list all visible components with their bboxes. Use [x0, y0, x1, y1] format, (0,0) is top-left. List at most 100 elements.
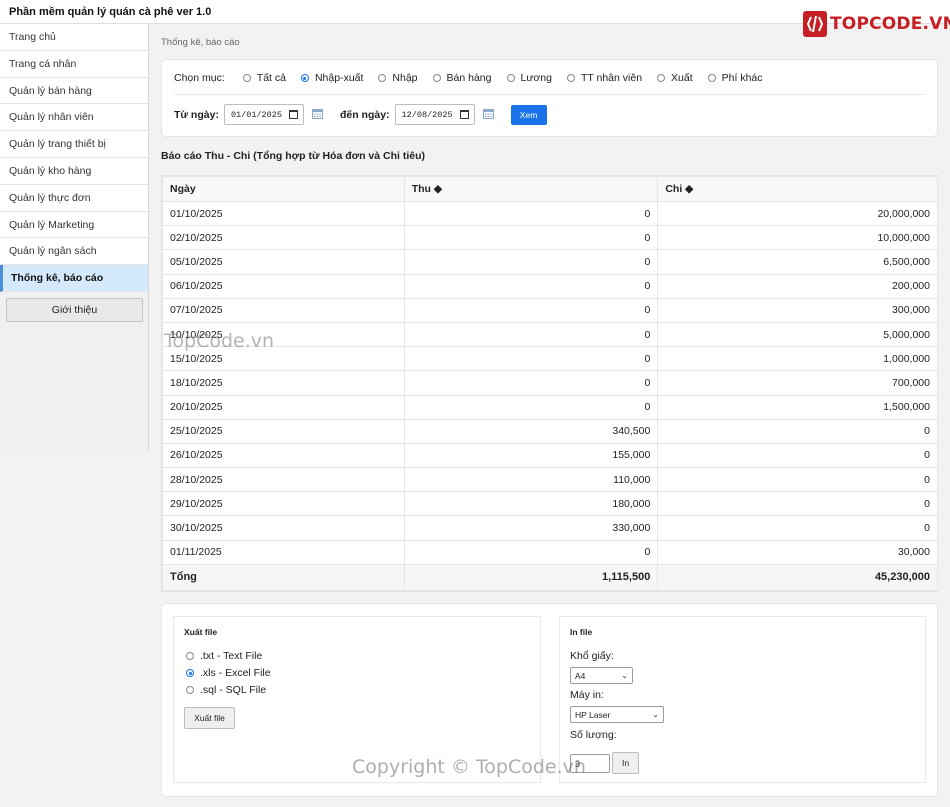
date-cell: 02/10/2025 — [162, 225, 405, 251]
report-title: Báo cáo Thu - Chi (Tổng hợp từ Hóa đơn v… — [161, 150, 426, 162]
paper-size-label: Khổ giấy: — [570, 650, 614, 662]
table-total-row: Tổng 1,115,500 45,230,000 — [162, 563, 938, 591]
export-file-button[interactable]: Xuất file — [184, 707, 235, 729]
sidebar-item-staff[interactable]: Quản lý nhân viên — [0, 104, 148, 132]
filter-option-staff-info[interactable]: TT nhân viên — [566, 72, 642, 84]
radio-icon[interactable] — [657, 74, 666, 82]
export-title: Xuất file — [184, 627, 218, 637]
date-cell: 26/10/2025 — [162, 442, 405, 469]
table-row: 10/10/2025 0 5,000,000 — [162, 321, 938, 348]
income-cell: 330,000 — [403, 515, 659, 541]
table-row: 06/10/2025 0 200,000 — [162, 273, 938, 299]
sidebar-item-menu[interactable]: Quản lý thực đơn — [0, 184, 148, 212]
main-content: Thống kê, báo cáo Chọn mục: Tất cả Nhập-… — [149, 24, 950, 807]
sidebar: Trang chủ Trang cá nhân Quản lý bán hàng… — [0, 24, 149, 451]
radio-icon[interactable] — [186, 686, 194, 694]
table-row: 02/10/2025 0 10,000,000 — [162, 225, 938, 251]
printer-select[interactable]: HP Laser ⌄ — [570, 706, 664, 723]
expense-cell: 0 — [657, 442, 938, 469]
income-cell: 0 — [403, 346, 659, 372]
sidebar-item-home[interactable]: Trang chủ — [0, 24, 148, 51]
chevron-down-icon: ⌄ — [621, 671, 628, 680]
sidebar-item-marketing[interactable]: Quản lý Marketing — [0, 211, 148, 239]
expense-cell: 20,000,000 — [657, 200, 938, 227]
table-row: 26/10/2025 155,000 0 — [162, 442, 938, 469]
radio-icon[interactable] — [566, 74, 575, 82]
radio-icon[interactable] — [378, 74, 387, 82]
income-cell: 0 — [403, 249, 659, 275]
chevron-down-icon: ⌄ — [652, 710, 659, 719]
print-button[interactable]: In — [612, 752, 639, 774]
expense-cell: 5,000,000 — [657, 321, 938, 348]
calendar-picker-icon[interactable] — [311, 108, 323, 122]
app-title: Phần mềm quản lý quán cà phê ver 1.0 — [9, 6, 212, 18]
filter-option-import[interactable]: Nhập — [378, 72, 418, 84]
sidebar-item-profile[interactable]: Trang cá nhân — [0, 50, 148, 78]
copyright-watermark: Copyright © TopCode.vn — [352, 756, 586, 778]
to-date-input[interactable]: 12/08/2025 — [394, 104, 475, 125]
income-cell: 340,500 — [403, 418, 659, 444]
from-date-input[interactable]: 01/01/2025 — [223, 104, 304, 125]
income-cell: 0 — [403, 394, 659, 420]
filter-option-salary[interactable]: Lương — [506, 72, 552, 84]
sidebar-item-warehouse[interactable]: Quản lý kho hàng — [0, 157, 148, 185]
sidebar-item-sales[interactable]: Quản lý bán hàng — [0, 77, 148, 105]
column-header-income[interactable]: Thu ◆ — [403, 176, 659, 202]
export-option-xls[interactable]: .xls - Excel File — [186, 667, 271, 679]
income-cell: 0 — [403, 539, 659, 565]
date-cell: 25/10/2025 — [162, 418, 405, 444]
calendar-icon[interactable] — [459, 110, 469, 119]
view-button[interactable]: Xem — [510, 104, 547, 125]
paper-size-select[interactable]: A4 ⌄ — [570, 667, 633, 684]
table-row: 15/10/2025 0 1,000,000 — [162, 346, 938, 372]
column-header-date[interactable]: Ngày — [162, 176, 405, 202]
expense-cell: 0 — [657, 515, 938, 541]
topcode-logo: TOPCODE.VN — [803, 11, 950, 37]
total-expense: 45,230,000 — [657, 563, 938, 591]
radio-icon[interactable] — [242, 74, 251, 82]
expense-cell: 0 — [657, 418, 938, 444]
filter-option-sales[interactable]: Bán hàng — [432, 72, 492, 84]
income-cell: 0 — [403, 297, 659, 323]
filter-option-all[interactable]: Tất cả — [242, 72, 286, 84]
radio-icon[interactable] — [707, 74, 716, 82]
radio-checked-icon[interactable] — [186, 669, 194, 677]
radio-icon[interactable] — [432, 74, 441, 82]
table-row: 05/10/2025 0 6,500,000 — [162, 249, 938, 275]
income-cell: 0 — [403, 200, 659, 227]
printer-label: Máy in: — [570, 689, 604, 701]
filter-option-import-export[interactable]: Nhập-xuất — [300, 72, 363, 84]
table-row: 01/10/2025 0 20,000,000 — [162, 200, 938, 227]
sidebar-item-equipment[interactable]: Quản lý trang thiết bị — [0, 131, 148, 158]
radio-checked-icon[interactable] — [300, 74, 309, 82]
export-option-txt[interactable]: .txt - Text File — [186, 650, 262, 662]
export-option-sql[interactable]: .sql - SQL File — [186, 684, 266, 696]
expense-cell: 30,000 — [657, 539, 938, 565]
income-cell: 110,000 — [403, 467, 659, 493]
calendar-icon[interactable] — [288, 110, 298, 119]
radio-icon[interactable] — [506, 74, 515, 82]
column-header-expense[interactable]: Chi ◆ — [657, 176, 938, 202]
sidebar-item-budget[interactable]: Quản lý ngân sách — [0, 238, 148, 266]
total-label: Tổng — [162, 563, 405, 591]
sidebar-item-reports[interactable]: Thống kê, báo cáo — [0, 265, 148, 292]
about-button[interactable]: Giới thiệu — [6, 298, 143, 322]
filter-option-export[interactable]: Xuất — [657, 72, 693, 84]
filter-option-other-fees[interactable]: Phí khác — [707, 72, 763, 84]
from-date-label: Từ ngày: — [174, 108, 219, 121]
topcode-logo-icon — [803, 11, 827, 37]
calendar-picker-icon[interactable] — [482, 108, 494, 122]
date-cell: 30/10/2025 — [162, 515, 405, 541]
table-row: 20/10/2025 0 1,500,000 — [162, 394, 938, 420]
expense-cell: 1,500,000 — [657, 394, 938, 420]
expense-cell: 300,000 — [657, 297, 938, 323]
print-file-panel: In file Khổ giấy: A4 ⌄ Máy in: HP Laser ⌄ … — [559, 616, 926, 783]
income-cell: 180,000 — [403, 491, 659, 517]
income-cell: 0 — [403, 321, 659, 348]
radio-icon[interactable] — [186, 652, 194, 660]
to-date-label: đến ngày: — [339, 108, 390, 121]
date-cell: 01/11/2025 — [162, 539, 405, 565]
expense-cell: 0 — [657, 467, 938, 493]
breadcrumb: Thống kê, báo cáo — [161, 37, 240, 48]
table-row: 18/10/2025 0 700,000 — [162, 370, 938, 396]
